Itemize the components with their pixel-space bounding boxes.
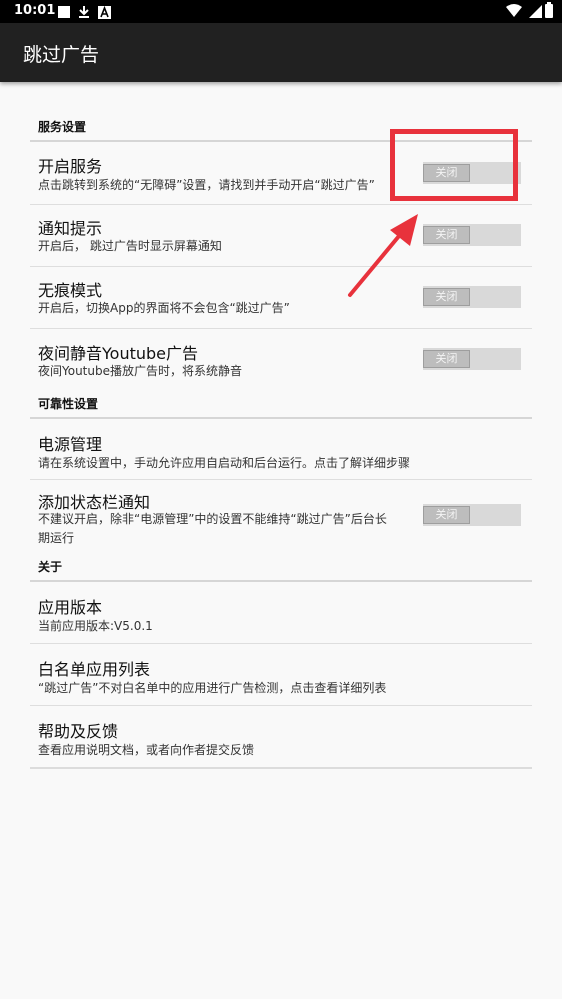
pref-title: 无痕模式: [38, 281, 103, 300]
pref-whitelist[interactable]: 白名单应用列表 “跳过广告”不对白名单中的应用进行广告检测，点击查看详细列表: [30, 644, 532, 706]
pref-summary: 点击跳转到系统的“无障碍”设置，请找到并手动开启“跳过广告”: [38, 178, 375, 192]
pref-summary: 开启后，切换App的界面将不会包含“跳过广告”: [38, 301, 290, 315]
signal-icon: [528, 3, 542, 22]
switch-thumb: 关闭: [423, 506, 470, 524]
pref-incognito[interactable]: 无痕模式 开启后，切换App的界面将不会包含“跳过广告” 关闭: [30, 267, 532, 329]
pref-title: 通知提示: [38, 219, 103, 238]
pref-mute-youtube[interactable]: 夜间静音Youtube广告 夜间Youtube播放广告时，将系统静音 关闭: [30, 329, 532, 389]
pref-statusbar-notify[interactable]: 添加状态栏通知 不建议开启，除非“电源管理”中的设置不能维持“跳过广告”后台长 …: [30, 480, 532, 560]
switch-thumb: 关闭: [423, 288, 470, 306]
font-a-icon: [98, 4, 111, 23]
statusbar-notify-switch[interactable]: 关闭: [423, 504, 521, 526]
pref-summary-continued: 期运行: [38, 531, 75, 545]
pref-title: 电源管理: [38, 435, 103, 454]
app-bar: 跳过广告: [0, 23, 562, 82]
switch-thumb: 关闭: [423, 350, 470, 368]
pref-summary: 开启后， 跳过广告时显示屏幕通知: [38, 239, 222, 253]
annotation-arrow-icon: [348, 214, 418, 297]
section-header-about: 关于: [30, 560, 532, 582]
notification-square-icon: [57, 4, 71, 23]
pref-power[interactable]: 电源管理 请在系统设置中，手动允许应用自启动和后台运行。点击了解详细步骤: [30, 419, 532, 480]
pref-summary: 请在系统设置中，手动允许应用自启动和后台运行。点击了解详细步骤: [38, 456, 411, 470]
wifi-icon: [506, 3, 522, 22]
incognito-switch[interactable]: 关闭: [423, 286, 521, 308]
section-label: 可靠性设置: [38, 397, 99, 411]
pref-summary: 当前应用版本:V5.0.1: [38, 619, 153, 633]
notify-switch[interactable]: 关闭: [423, 224, 521, 246]
pref-title: 帮助及反馈: [38, 722, 119, 741]
pref-version[interactable]: 应用版本 当前应用版本:V5.0.1: [30, 582, 532, 644]
section-label: 服务设置: [38, 120, 87, 134]
pref-title: 应用版本: [38, 598, 103, 617]
switch-thumb: 关闭: [423, 226, 470, 244]
section-label: 关于: [38, 560, 63, 574]
pref-notify[interactable]: 通知提示 开启后， 跳过广告时显示屏幕通知 关闭: [30, 205, 532, 267]
pref-summary: “跳过广告”不对白名单中的应用进行广告检测，点击查看详细列表: [38, 681, 387, 695]
annotation-highlight-box: [390, 129, 518, 201]
pref-title: 开启服务: [38, 157, 103, 176]
app-title: 跳过广告: [23, 44, 100, 66]
battery-icon: [545, 2, 553, 22]
section-header-reliability: 可靠性设置: [30, 389, 532, 419]
pref-title: 夜间静音Youtube广告: [38, 344, 198, 363]
pref-summary: 查看应用说明文档，或者向作者提交反馈: [38, 743, 255, 757]
status-time: 10:01: [14, 3, 56, 18]
mute-youtube-switch[interactable]: 关闭: [423, 348, 521, 370]
pref-summary: 夜间Youtube播放广告时，将系统静音: [38, 364, 242, 378]
status-bar: 10:01: [0, 0, 562, 23]
pref-title: 白名单应用列表: [38, 660, 151, 679]
download-icon: [78, 4, 90, 23]
pref-help[interactable]: 帮助及反馈 查看应用说明文档，或者向作者提交反馈: [30, 706, 532, 769]
pref-summary: 不建议开启，除非“电源管理”中的设置不能维持“跳过广告”后台长: [38, 512, 387, 526]
